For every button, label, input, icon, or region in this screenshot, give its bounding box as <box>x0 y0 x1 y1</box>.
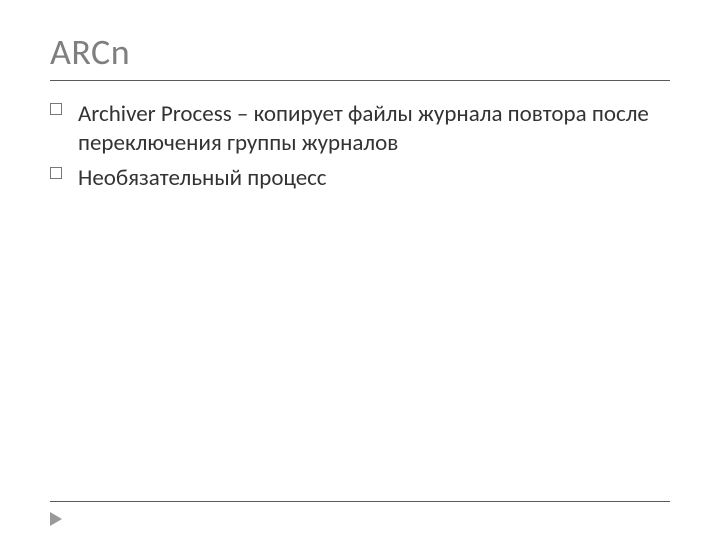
footer-divider <box>50 501 670 502</box>
bullet-icon <box>50 103 62 115</box>
list-item: Необязательный процесс <box>50 164 670 193</box>
slide-title: ARCn <box>50 30 670 74</box>
title-block: ARCn <box>50 30 670 81</box>
slide: ARCn Archiver Process – копирует файлы ж… <box>0 0 720 540</box>
footer-arrow-icon <box>50 512 62 526</box>
list-item-text: Archiver Process – копирует файлы журнал… <box>78 100 649 157</box>
title-divider <box>50 80 670 81</box>
content-block: Archiver Process – копирует файлы журнал… <box>50 100 670 198</box>
bullet-list: Archiver Process – копирует файлы журнал… <box>50 100 670 192</box>
list-item-text: Необязательный процесс <box>78 164 327 192</box>
bullet-icon <box>50 167 62 179</box>
list-item: Archiver Process – копирует файлы журнал… <box>50 100 670 158</box>
